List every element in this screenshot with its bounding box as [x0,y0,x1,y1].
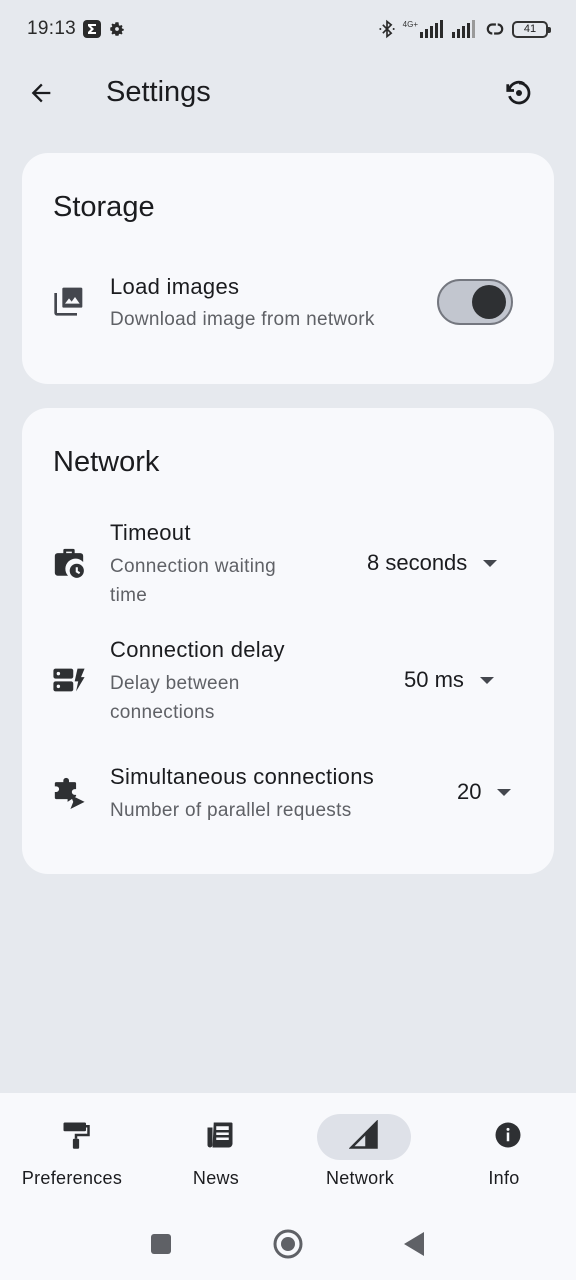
system-navigation [0,1213,576,1280]
info-icon [493,1120,523,1155]
recents-button[interactable] [144,1229,178,1263]
storage-card: Storage Load images Download image from … [22,153,554,384]
signal-icon [452,20,478,38]
battery-level: 41 [523,23,537,35]
app-bar: Settings [0,58,576,132]
bottom-navigation: Preferences News Network Info [0,1093,576,1213]
arrow-left-icon [27,79,55,112]
timeout-title: Timeout [110,520,191,545]
load-images-row[interactable]: Load images Download image from network [22,153,554,384]
network-card: Network Timeout Connection waiting time … [22,408,554,874]
status-right: 4G+ 41 [377,19,551,39]
network-title: Network [53,446,160,478]
nav-pill [173,1114,267,1160]
connection-delay-value: 50 ms [404,667,464,692]
timeout-dropdown[interactable]: 8 seconds [367,550,498,576]
bluetooth-icon [377,19,397,39]
restore-icon [504,78,534,113]
sigma-icon [82,19,102,39]
signal-triangle-icon [348,1118,379,1155]
dropdown-arrow-icon [497,788,512,796]
dropdown-arrow-icon [483,559,498,567]
simultaneous-dropdown[interactable]: 20 [457,779,512,805]
home-circle-icon [272,1228,304,1265]
page-title: Settings [106,76,211,108]
nav-preferences[interactable]: Preferences [0,1093,144,1203]
square-icon [149,1232,173,1261]
timeout-value: 8 seconds [367,550,468,575]
simultaneous-connections-row[interactable]: Simultaneous connections Number of paral… [22,753,554,843]
nav-pill [29,1114,123,1160]
triangle-back-icon [400,1230,426,1263]
dropdown-arrow-icon [479,676,494,684]
load-images-toggle[interactable] [437,279,513,325]
back-button[interactable] [20,72,62,118]
link-icon [484,20,506,38]
nav-pill-active [317,1114,411,1160]
network-type-label: 4G+ [402,20,418,29]
gear-icon [108,20,126,38]
connection-delay-row[interactable]: Connection delay Delay between connectio… [22,625,554,735]
home-button[interactable] [271,1229,305,1263]
image-stack-icon [52,284,86,318]
nav-info[interactable]: Info [432,1093,576,1203]
timeout-subtitle-2: time [110,585,148,606]
status-time: 19:13 [27,18,77,39]
status-left: 19:13 [27,18,126,40]
nav-label-info: Info [488,1168,520,1188]
back-nav-button[interactable] [396,1229,430,1263]
timeout-subtitle-1: Connection waiting [110,556,276,577]
simultaneous-subtitle: Number of parallel requests [110,800,352,821]
puzzle-send-icon [52,775,86,809]
battery-icon: 41 [512,20,551,38]
nav-label-preferences: Preferences [21,1168,123,1188]
simultaneous-value: 20 [457,779,482,804]
connection-delay-title: Connection delay [110,637,285,662]
nav-label-news: News [192,1168,240,1188]
toggle-thumb [472,285,506,319]
signal-icon [420,20,446,38]
load-images-title: Load images [110,274,240,299]
server-bolt-icon [52,663,86,697]
briefcase-clock-icon [52,546,86,580]
reset-button[interactable] [497,72,541,118]
timeout-row[interactable]: Timeout Connection waiting time 8 second… [22,508,554,618]
nav-label-network: Network [325,1168,395,1188]
connection-delay-subtitle-2: connections [110,702,215,723]
paint-roller-icon [61,1120,91,1155]
newspaper-icon [205,1120,235,1155]
load-images-subtitle: Download image from network [110,309,375,330]
nav-pill [461,1114,555,1160]
nav-network[interactable]: Network [288,1093,432,1203]
connection-delay-dropdown[interactable]: 50 ms [404,667,494,693]
status-bar: 19:13 4G+ 41 [0,0,576,58]
connection-delay-subtitle-1: Delay between [110,673,240,694]
simultaneous-title: Simultaneous connections [110,764,375,789]
nav-news[interactable]: News [144,1093,288,1203]
